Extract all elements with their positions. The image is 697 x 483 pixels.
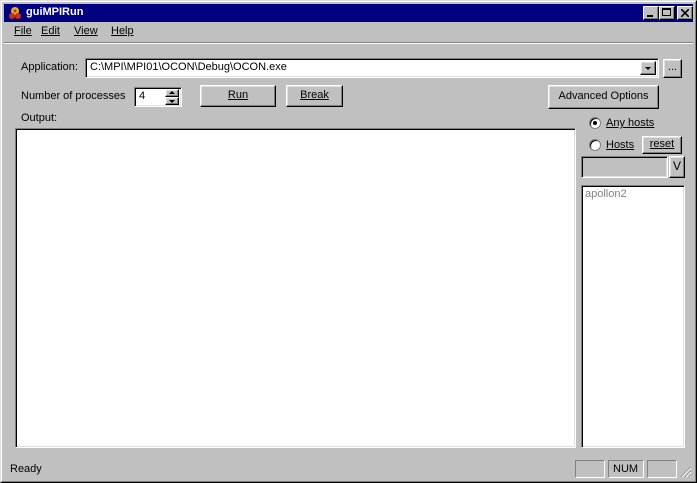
status-pane-num: NUM	[608, 460, 644, 478]
browse-button[interactable]: ...	[663, 59, 682, 78]
app-logo-icon	[7, 5, 23, 21]
any-hosts-label[interactable]: Any hosts	[606, 117, 654, 129]
minimize-icon	[647, 15, 653, 17]
close-button[interactable]	[677, 6, 693, 20]
v-button[interactable]: V	[669, 156, 685, 178]
any-hosts-radio[interactable]	[589, 117, 601, 129]
break-button[interactable]: Break	[286, 85, 343, 107]
application-path[interactable]: C:\MPI\MPI01\OCON\Debug\OCON.exe	[90, 61, 287, 73]
status-pane-scrl	[647, 460, 677, 478]
spinner-up-button[interactable]	[165, 89, 179, 97]
chevron-up-icon	[169, 91, 175, 94]
processes-label: Number of processes	[21, 90, 126, 102]
window-title: guiMPIRun	[26, 6, 84, 18]
chevron-down-icon	[645, 67, 651, 70]
host-entry-field[interactable]	[581, 156, 668, 178]
radio-selected-dot	[593, 121, 597, 125]
processes-value[interactable]: 4	[139, 90, 145, 102]
run-button[interactable]: Run	[200, 85, 276, 107]
menu-file[interactable]: File	[14, 25, 32, 37]
maximize-icon	[662, 8, 671, 16]
close-icon	[681, 9, 689, 17]
minimize-button[interactable]	[643, 6, 659, 20]
chevron-down-icon	[169, 100, 175, 103]
status-text: Ready	[10, 463, 42, 475]
host-list-item[interactable]: apollon2	[585, 188, 627, 200]
output-textarea[interactable]	[15, 128, 576, 448]
status-pane-caps	[575, 460, 605, 478]
menu-view[interactable]: View	[74, 25, 98, 37]
reset-button[interactable]: reset	[642, 136, 682, 154]
main-window: guiMPIRun File Edit View Help Applicatio…	[0, 0, 697, 483]
application-combobox[interactable]: C:\MPI\MPI01\OCON\Debug\OCON.exe	[85, 58, 659, 78]
hosts-label[interactable]: Hosts	[606, 139, 634, 151]
hosts-listbox[interactable]: apollon2	[581, 185, 685, 448]
application-label: Application:	[21, 61, 78, 73]
menu-bar: File Edit View Help	[4, 23, 693, 41]
resize-grip-icon[interactable]	[680, 466, 692, 478]
advanced-options-button[interactable]: Advanced Options	[548, 85, 659, 109]
menu-edit[interactable]: Edit	[41, 25, 60, 37]
output-label: Output:	[21, 112, 58, 124]
processes-spinner[interactable]: 4	[134, 87, 182, 107]
hosts-radio[interactable]	[589, 139, 601, 151]
title-bar[interactable]: guiMPIRun	[4, 4, 693, 22]
status-bar: Ready NUM	[4, 458, 693, 482]
application-dropdown-button[interactable]	[640, 61, 656, 75]
maximize-button[interactable]	[659, 6, 675, 20]
menu-help[interactable]: Help	[111, 25, 134, 37]
menu-divider	[4, 42, 693, 44]
spinner-down-button[interactable]	[165, 97, 179, 105]
